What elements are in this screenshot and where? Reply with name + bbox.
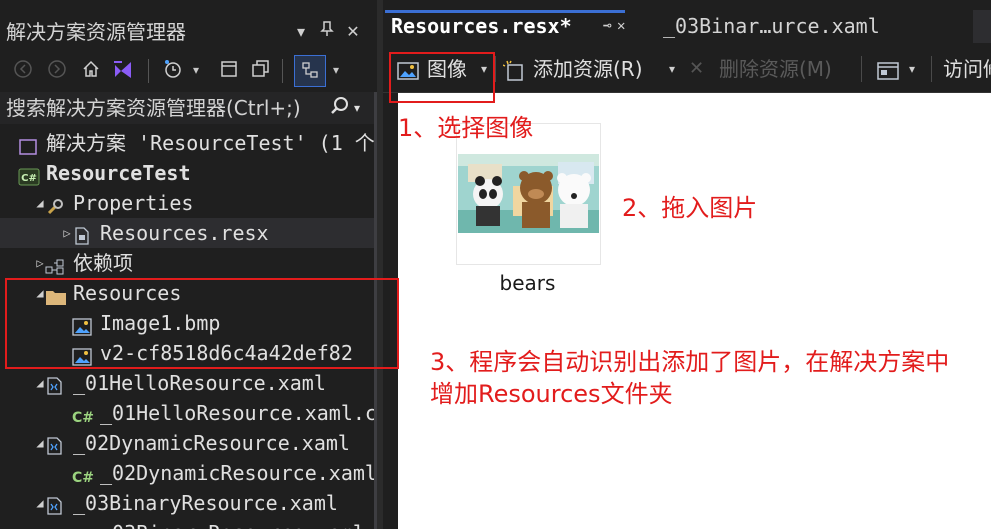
resource-canvas[interactable]: bears xyxy=(398,93,991,529)
tree-item-label: _02DynamicResource.xaml.cs xyxy=(100,461,374,485)
search-icon[interactable] xyxy=(328,96,352,120)
tree-item[interactable]: C# _03BinaryResource.xaml.cs xyxy=(0,518,374,529)
search-input[interactable]: 搜索解决方案资源管理器(Ctrl+;) xyxy=(6,92,324,124)
tree-item-label: _01HelloResource.xaml xyxy=(73,371,326,395)
tab-close-icon[interactable]: ✕ xyxy=(617,10,625,43)
bears-image-thumbnail xyxy=(458,154,599,233)
solution-explorer-search[interactable]: 搜索解决方案资源管理器(Ctrl+;) ▾ xyxy=(0,92,374,124)
add-resource-dropdown-icon[interactable]: ▾ xyxy=(669,46,675,92)
pin-icon[interactable] xyxy=(316,21,338,43)
xaml-file-icon xyxy=(45,374,65,395)
tree-item-label: ResourceTest xyxy=(46,161,191,185)
annotation-step1: 1、选择图像 xyxy=(398,114,534,142)
tree-item[interactable]: ▷ Resources.resx xyxy=(0,218,374,248)
tree-item[interactable]: C# _02DynamicResource.xaml.cs xyxy=(0,458,374,488)
tree-item-label: _03BinaryResource.xaml xyxy=(73,491,338,515)
annotation-box-resources-folder xyxy=(5,278,399,369)
back-arrow-icon[interactable] xyxy=(12,59,34,81)
resx-file-icon xyxy=(72,224,92,245)
image-resource-tile[interactable] xyxy=(456,123,601,265)
tree-item[interactable]: ◢ _01HelloResource.xaml xyxy=(0,368,374,398)
csharp-file-icon: C# xyxy=(72,404,94,426)
pending-changes-filter-icon[interactable] xyxy=(162,59,184,81)
tree-item[interactable]: 解决方案 'ResourceTest' (1 个项目) xyxy=(0,128,374,158)
tree-item[interactable]: ▷ 依赖项 xyxy=(0,248,374,278)
show-all-files-icon[interactable] xyxy=(294,55,326,87)
tab-label: _03Binar…urce.xaml xyxy=(663,14,880,38)
views-dropdown-icon[interactable]: ▾ xyxy=(909,46,915,92)
access-modifier-label[interactable]: 访问修饰符 xyxy=(943,46,991,92)
tree-item-label: _01HelloResource.xaml.cs xyxy=(100,401,374,425)
tree-item-label: Resources.resx xyxy=(100,221,269,245)
window-options-dropdown-icon[interactable]: ▾ xyxy=(290,21,312,43)
tree-item[interactable]: C# ResourceTest xyxy=(0,158,374,188)
annotation-step3-line2: 增加Resources文件夹 xyxy=(430,380,673,408)
tree-item-label: _03BinaryResource.xaml.cs xyxy=(100,518,374,529)
tab-label: Resources.resx* xyxy=(391,14,572,38)
csharp-project-icon: C# xyxy=(18,164,40,186)
tree-item-label: _02DynamicResource.xaml xyxy=(73,431,350,455)
tab-03-binary-resource-xaml[interactable]: _03Binar…urce.xaml xyxy=(655,10,965,43)
tab-resources-resx[interactable]: Resources.resx* ⊸ ✕ xyxy=(385,10,625,46)
forward-arrow-icon[interactable] xyxy=(46,59,68,81)
tree-item-label: 解决方案 'ResourceTest' (1 个项目) xyxy=(46,131,374,155)
wrench-icon xyxy=(45,194,65,215)
tree-item-label: Properties xyxy=(73,191,194,215)
annotation-step2: 2、拖入图片 xyxy=(622,194,758,222)
close-icon[interactable]: ✕ xyxy=(342,21,364,43)
view-options-dropdown-icon[interactable]: ▾ xyxy=(330,59,342,81)
add-resource-icon[interactable] xyxy=(502,46,527,92)
document-tab-strip: Resources.resx* ⊸ ✕ _03Binar…urce.xaml xyxy=(383,10,991,46)
solution-explorer-title: 解决方案资源管理器 xyxy=(6,20,186,44)
annotation-step3-line1: 3、程序会自动识别出添加了图片，在解决方案中 xyxy=(430,348,950,376)
tree-item[interactable]: ◢ _02DynamicResource.xaml xyxy=(0,428,374,458)
xaml-file-icon xyxy=(45,434,65,455)
filter-dropdown-icon[interactable]: ▾ xyxy=(190,59,202,81)
csharp-file-icon: C# xyxy=(72,464,94,486)
resource-name-label: bears xyxy=(499,271,556,295)
svg-text:C#: C# xyxy=(21,173,37,184)
xaml-file-icon xyxy=(45,494,65,515)
home-icon[interactable] xyxy=(80,59,102,81)
solution-explorer-panel: 解决方案资源管理器 ▾ ✕ ▾ ▾ 搜索解决方案资源管理器(Ctrl+;) ▾ … xyxy=(0,0,377,529)
tree-item-label: 依赖项 xyxy=(73,251,133,275)
views-icon[interactable] xyxy=(877,46,903,92)
csharp-file-icon: C# xyxy=(72,524,92,529)
sync-with-active-document-icon[interactable] xyxy=(218,59,240,81)
tab-overflow[interactable] xyxy=(973,10,991,43)
tree-item[interactable]: ◢ _03BinaryResource.xaml xyxy=(0,488,374,518)
tab-pin-icon[interactable]: ⊸ xyxy=(603,10,611,43)
solution-icon xyxy=(18,134,38,155)
add-resource-button[interactable]: 添加资源(R) xyxy=(533,46,643,92)
solution-explorer-title-bar: 解决方案资源管理器 ▾ ✕ xyxy=(0,15,377,49)
remove-resource-icon[interactable]: ✕ xyxy=(689,46,704,92)
remove-resource-button[interactable]: 删除资源(M) xyxy=(719,46,832,92)
tree-item[interactable]: C# _01HelloResource.xaml.cs xyxy=(0,398,374,428)
tree-item[interactable]: ◢ Properties xyxy=(0,188,374,218)
visual-studio-switch-views-icon[interactable] xyxy=(112,59,134,81)
svg-text:C#: C# xyxy=(72,470,94,486)
collapse-all-icon[interactable] xyxy=(250,59,272,81)
annotation-box-image-button xyxy=(389,52,495,103)
solution-explorer-toolbar: ▾ ▾ xyxy=(0,51,377,89)
svg-text:C#: C# xyxy=(72,410,94,426)
dependencies-icon xyxy=(45,254,65,275)
search-options-dropdown-icon[interactable]: ▾ xyxy=(354,96,368,120)
